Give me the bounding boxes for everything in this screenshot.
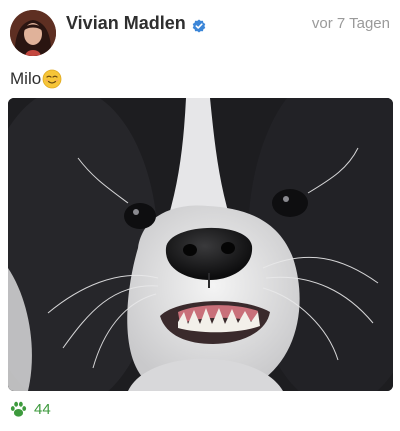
author-avatar[interactable] — [10, 10, 56, 56]
feed-post: Vivian Madlen vor 7 Tagen Milo 44 — [0, 0, 400, 431]
post-header: Vivian Madlen vor 7 Tagen — [0, 0, 400, 60]
dog-photo[interactable] — [8, 98, 393, 391]
post-caption: Milo — [10, 69, 62, 89]
author-name-text: Vivian Madlen — [66, 13, 186, 33]
post-reactions[interactable]: 44 — [9, 400, 51, 419]
reaction-count: 44 — [34, 401, 51, 418]
paw-icon[interactable] — [9, 400, 28, 419]
relieved-smile-emoji-icon — [42, 69, 62, 89]
author-name[interactable]: Vivian Madlen — [66, 13, 206, 34]
verified-badge-icon — [192, 17, 206, 32]
post-timestamp: vor 7 Tagen — [311, 15, 390, 32]
caption-text: Milo — [10, 69, 42, 88]
